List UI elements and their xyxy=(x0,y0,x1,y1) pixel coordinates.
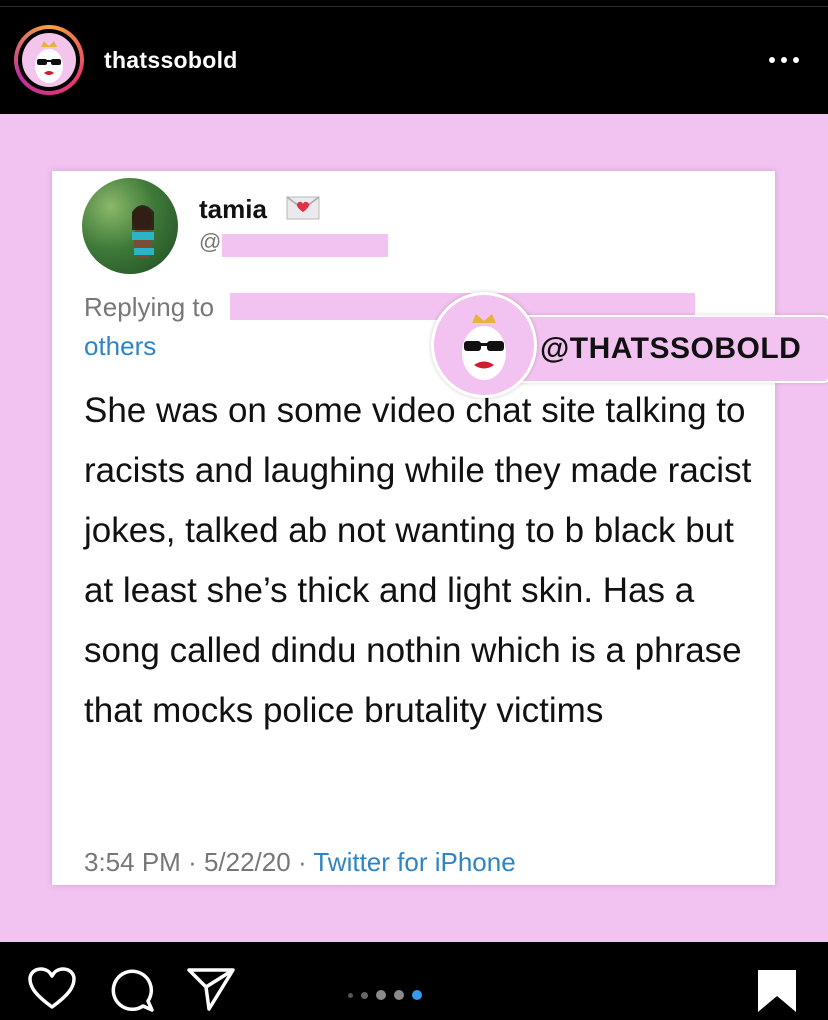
watermark-text: @THATSSOBOLD xyxy=(540,332,802,365)
watermark-logo xyxy=(431,292,537,398)
heart-icon[interactable] xyxy=(27,966,77,1010)
bookmark-icon[interactable] xyxy=(756,968,798,1014)
carousel-indicator xyxy=(348,988,422,1002)
tweet-card: tamia @ Replying to others She was on so… xyxy=(52,171,775,885)
tweet-source: Twitter for iPhone xyxy=(313,847,516,877)
tweet-avatar xyxy=(82,178,178,274)
post-header: thatssobold xyxy=(0,0,828,114)
tweet-time: 3:54 PM xyxy=(84,847,181,877)
tweet-author-handle: @ xyxy=(199,229,222,254)
profile-avatar[interactable] xyxy=(14,25,84,95)
tweet-author-name: tamia xyxy=(199,194,267,224)
replying-to-label: Replying to xyxy=(84,292,215,322)
tweet-date: 5/22/20 xyxy=(203,847,291,877)
action-bar xyxy=(0,942,828,1020)
username[interactable]: thatssobold xyxy=(104,47,238,74)
comment-icon[interactable] xyxy=(108,966,156,1014)
more-horizontal-icon[interactable] xyxy=(766,50,802,70)
replying-to-others: others xyxy=(84,331,157,361)
redaction-bar xyxy=(222,234,388,257)
sunglasses-egg-icon xyxy=(462,314,506,380)
tweet-text: She was on some video chat site talking … xyxy=(84,391,752,730)
post-image[interactable]: tamia @ Replying to others She was on so… xyxy=(0,114,828,942)
divider xyxy=(0,6,828,7)
tweet-meta: 3:54 PM · 5/22/20 · Twitter for iPhone xyxy=(84,847,516,877)
heart-letter-icon xyxy=(286,196,320,220)
carousel-dot-active xyxy=(412,990,422,1000)
send-icon[interactable] xyxy=(186,966,236,1012)
sunglasses-egg-icon xyxy=(22,33,76,87)
